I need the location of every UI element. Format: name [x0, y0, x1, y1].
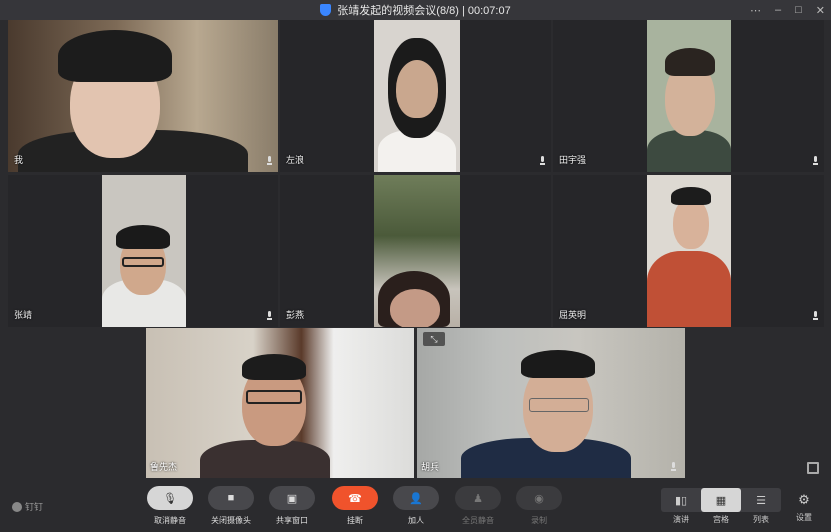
video-tile[interactable]: 张靖 [8, 175, 278, 327]
mic-icon [670, 462, 677, 472]
featured-tile[interactable]: 鲁先杰 [146, 328, 414, 478]
hangup-button[interactable]: ☎ 挂断 [320, 486, 390, 526]
window-title: 张靖发起的视频会议(8/8) | 00:07:07 [337, 5, 511, 17]
window-controls: ⋯ – □ ✕ [750, 0, 825, 20]
brand-logo: 钉钉 [12, 500, 43, 513]
mic-icon [266, 311, 273, 321]
video-tile[interactable]: 彭燕 [280, 175, 551, 327]
video-tile[interactable]: 屈英明 [553, 175, 824, 327]
participant-name: 胡兵 [421, 462, 440, 472]
unmute-button[interactable]: 🎙 取消静音 [135, 486, 205, 526]
grid-view-button[interactable]: ▦ [701, 488, 741, 512]
minimize-icon[interactable]: – [775, 4, 781, 16]
add-participant-button[interactable]: 👤 加人 [381, 486, 451, 526]
mic-icon [812, 156, 819, 166]
video-grid: 我 左浪 田宇强 张靖 彭燕 屈英明 [8, 20, 824, 327]
share-icon: ▣ [269, 486, 315, 510]
view-switcher: ▮▯ ▦ ☰ [661, 488, 781, 512]
mic-icon [812, 311, 819, 321]
close-icon[interactable]: ✕ [816, 4, 825, 17]
dingtalk-icon [12, 501, 22, 512]
settings-button[interactable]: ⚙ 设置 [796, 492, 812, 523]
participant-name: 张靖 [14, 310, 33, 320]
mute-all-icon: ♟ [455, 486, 501, 510]
hangup-icon: ☎ [332, 486, 378, 510]
video-feed [374, 20, 460, 172]
toolbar: 钉钉 🎙 取消静音 ■ 关闭摄像头 ▣ 共享窗口 ☎ 挂断 👤 加人 ♟ 全员静… [0, 478, 831, 532]
participant-name: 屈英明 [559, 310, 587, 320]
video-feed [647, 20, 731, 172]
record-button[interactable]: ◉ 录制 [504, 486, 574, 526]
view-labels: 演讲 宫格 列表 [673, 515, 769, 524]
participant-name: 左浪 [286, 155, 305, 165]
video-feed [374, 175, 460, 327]
mic-icon [266, 156, 273, 166]
shield-icon [320, 4, 332, 16]
video-tile[interactable]: 田宇强 [553, 20, 824, 172]
share-window-button[interactable]: ▣ 共享窗口 [257, 486, 327, 526]
expand-icon[interactable]: ⤡ [423, 332, 445, 346]
participant-name: 彭燕 [286, 310, 305, 320]
mute-all-button[interactable]: ♟ 全员静音 [443, 486, 513, 526]
mic-icon: 🎙 [147, 486, 193, 510]
more-icon[interactable]: ⋯ [750, 4, 761, 17]
fullscreen-icon[interactable] [807, 462, 819, 474]
participant-name: 田宇强 [559, 155, 587, 165]
featured-tile[interactable]: ⤡ 胡兵 [417, 328, 685, 478]
featured-row: 鲁先杰 ⤡ 胡兵 [146, 328, 686, 478]
camera-icon: ■ [208, 486, 254, 510]
video-feed [647, 175, 731, 327]
participant-name: 我 [14, 155, 24, 165]
list-view-button[interactable]: ☰ [741, 488, 781, 512]
participant-name: 鲁先杰 [150, 462, 178, 472]
record-icon: ◉ [516, 486, 562, 510]
video-tile[interactable]: 左浪 [280, 20, 551, 172]
video-feed [102, 175, 186, 327]
video-feed [8, 20, 278, 172]
title-bar: 张靖发起的视频会议(8/8) | 00:07:07 ⋯ – □ ✕ [0, 0, 831, 20]
mic-icon [539, 156, 546, 166]
maximize-icon[interactable]: □ [795, 4, 802, 16]
video-tile-me[interactable]: 我 [8, 20, 278, 172]
gear-icon: ⚙ [798, 492, 810, 507]
speaker-view-button[interactable]: ▮▯ [661, 488, 701, 512]
add-user-icon: 👤 [393, 486, 439, 510]
camera-button[interactable]: ■ 关闭摄像头 [196, 486, 266, 526]
